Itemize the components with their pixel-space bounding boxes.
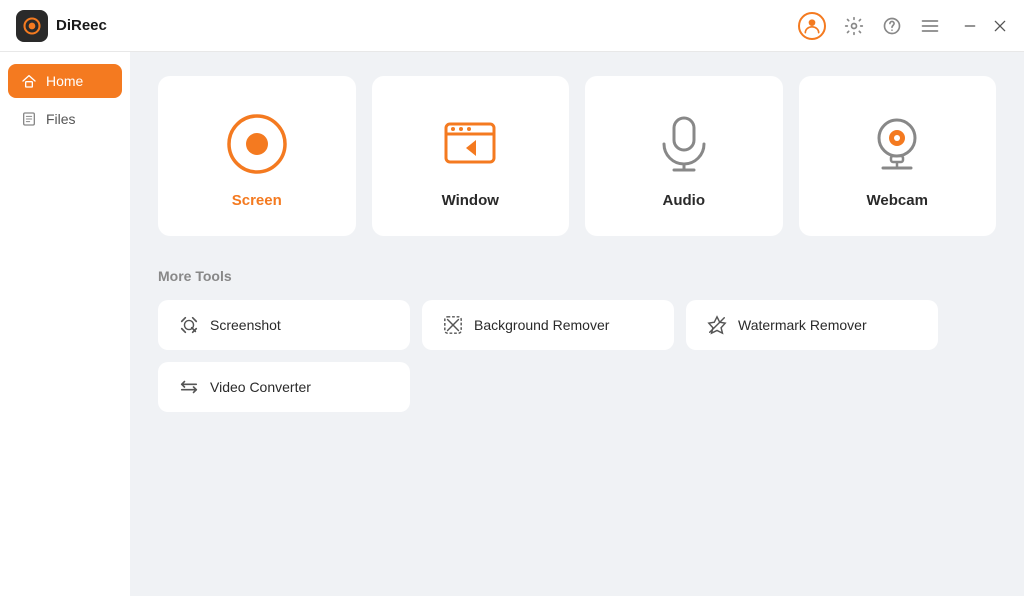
record-cards-row: Screen Window bbox=[158, 76, 996, 236]
window-card[interactable]: Window bbox=[372, 76, 570, 236]
window-label: Window bbox=[442, 192, 499, 209]
content-area: Screen Window bbox=[130, 52, 1024, 596]
watermark-remover-icon bbox=[706, 314, 728, 336]
tool-watermark-remover[interactable]: Watermark Remover bbox=[686, 300, 938, 350]
screenshot-icon bbox=[178, 314, 200, 336]
app-logo bbox=[16, 10, 48, 42]
watermark-remover-label: Watermark Remover bbox=[738, 317, 867, 333]
tool-background-remover[interactable]: Background Remover bbox=[422, 300, 674, 350]
logo-area: DiReec bbox=[16, 10, 798, 42]
screen-icon bbox=[225, 112, 289, 176]
more-tools-title: More Tools bbox=[158, 268, 996, 284]
tool-screenshot[interactable]: Screenshot bbox=[158, 300, 410, 350]
minimize-button[interactable] bbox=[962, 18, 978, 34]
title-bar: DiReec bbox=[0, 0, 1024, 52]
video-converter-label: Video Converter bbox=[210, 379, 311, 395]
titlebar-controls bbox=[798, 12, 1008, 40]
tools-grid: Screenshot Background Remover bbox=[158, 300, 938, 412]
window-icon bbox=[438, 112, 502, 176]
audio-card[interactable]: Audio bbox=[585, 76, 783, 236]
sidebar: Home Files bbox=[0, 52, 130, 596]
home-icon bbox=[20, 72, 38, 90]
screen-card[interactable]: Screen bbox=[158, 76, 356, 236]
sidebar-item-files[interactable]: Files bbox=[8, 102, 122, 136]
more-tools-section: More Tools Screenshot bbox=[158, 268, 996, 412]
tool-video-converter[interactable]: Video Converter bbox=[158, 362, 410, 412]
sidebar-home-label: Home bbox=[46, 73, 83, 89]
files-icon bbox=[20, 110, 38, 128]
close-button[interactable] bbox=[992, 18, 1008, 34]
sidebar-files-label: Files bbox=[46, 111, 76, 127]
help-icon[interactable] bbox=[882, 16, 902, 36]
video-converter-icon bbox=[178, 376, 200, 398]
account-icon[interactable] bbox=[798, 12, 826, 40]
app-name: DiReec bbox=[56, 17, 107, 34]
settings-icon[interactable] bbox=[844, 16, 864, 36]
webcam-label: Webcam bbox=[867, 192, 928, 209]
main-layout: Home Files Scre bbox=[0, 52, 1024, 596]
background-remover-label: Background Remover bbox=[474, 317, 609, 333]
audio-icon bbox=[652, 112, 716, 176]
webcam-icon bbox=[865, 112, 929, 176]
sidebar-item-home[interactable]: Home bbox=[8, 64, 122, 98]
audio-label: Audio bbox=[663, 192, 706, 209]
window-controls bbox=[962, 18, 1008, 34]
screen-label: Screen bbox=[232, 192, 282, 209]
webcam-card[interactable]: Webcam bbox=[799, 76, 997, 236]
screenshot-label: Screenshot bbox=[210, 317, 281, 333]
menu-icon[interactable] bbox=[920, 16, 940, 36]
background-remover-icon bbox=[442, 314, 464, 336]
